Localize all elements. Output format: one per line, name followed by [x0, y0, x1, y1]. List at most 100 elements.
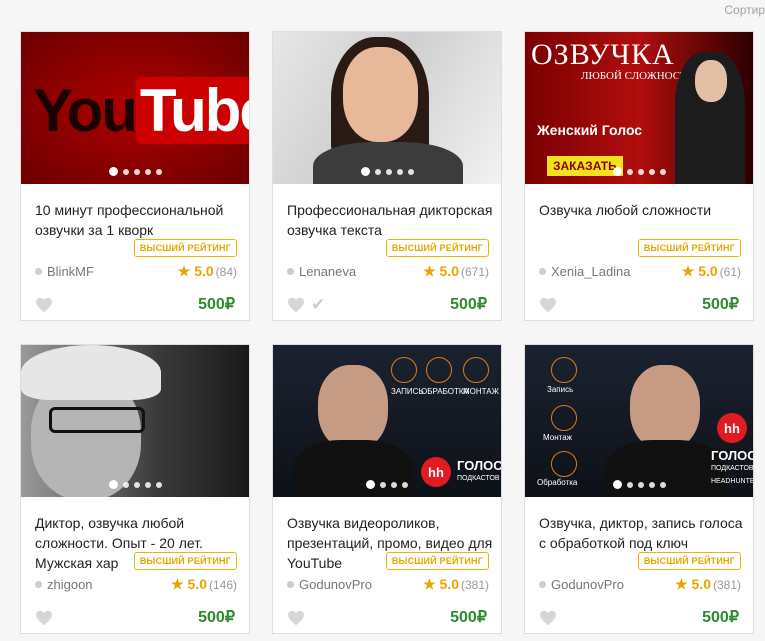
carousel-dots[interactable] — [21, 480, 249, 489]
star-icon: ★ — [171, 576, 184, 592]
seller[interactable]: GodunovPro — [287, 577, 372, 592]
gig-card[interactable]: YouTube 10 минут профессиональной озвучк… — [20, 31, 250, 321]
carousel-dot[interactable] — [122, 481, 129, 488]
heart-icon[interactable] — [287, 297, 305, 313]
rating: ★ 5.0 (146) — [171, 576, 237, 592]
carousel-dot[interactable] — [648, 168, 655, 175]
carousel-dot[interactable] — [391, 481, 397, 488]
rating: ★ 5.0 (381) — [423, 576, 489, 592]
carousel-dot[interactable] — [659, 481, 666, 488]
star-icon: ★ — [423, 576, 436, 592]
person-face — [318, 365, 388, 450]
carousel-dot[interactable] — [612, 167, 622, 176]
heart-icon[interactable] — [35, 610, 53, 626]
price: 500₽ — [450, 609, 487, 626]
seller[interactable]: BlinkMF — [35, 264, 94, 279]
top-rating-badge: ВЫСШИЙ РЕЙТИНГ — [637, 552, 741, 570]
price: 500₽ — [198, 609, 235, 626]
seller-name[interactable]: GodunovPro — [299, 577, 372, 592]
carousel-dot[interactable] — [155, 481, 162, 488]
gig-image[interactable]: ЗАПИСЬ ОБРАБОТКА МОНТАЖ hh ГОЛОС ПОДКАСТО… — [273, 345, 501, 497]
carousel-dot[interactable] — [626, 481, 633, 488]
carousel-dot[interactable] — [360, 167, 370, 176]
gig-title[interactable]: Озвучка любой сложности — [539, 200, 745, 220]
person-body — [313, 142, 463, 184]
carousel-dots[interactable] — [525, 480, 753, 489]
gig-image[interactable]: YouTube — [21, 32, 249, 184]
gig-card[interactable]: ОЗВУЧКА ЛЮБОЙ СЛОЖНОСТИ Женский Голос ЗА… — [524, 31, 754, 321]
heart-icon[interactable] — [35, 297, 53, 313]
carousel-dot[interactable] — [626, 168, 633, 175]
rating: ★ 5.0 (61) — [681, 263, 741, 279]
carousel-dot[interactable] — [648, 481, 655, 488]
carousel-dot[interactable] — [396, 168, 403, 175]
carousel-dots[interactable] — [273, 167, 501, 176]
seller-name[interactable]: BlinkMF — [47, 264, 94, 279]
carousel-dot[interactable] — [144, 481, 151, 488]
carousel-dot[interactable] — [659, 168, 666, 175]
carousel-dots[interactable] — [273, 480, 501, 489]
gig-title[interactable]: Озвучка, диктор, запись голоса с обработ… — [539, 513, 745, 553]
carousel-dot[interactable] — [366, 480, 375, 489]
seller[interactable]: Lenaneva — [287, 264, 356, 279]
carousel-dot[interactable] — [122, 168, 129, 175]
carousel-dot[interactable] — [637, 168, 644, 175]
carousel-dots[interactable] — [21, 167, 249, 176]
online-status-icon — [539, 581, 546, 588]
carousel-dot[interactable] — [144, 168, 151, 175]
checkmark-icon[interactable]: ✔ — [311, 295, 325, 315]
online-status-icon — [287, 581, 294, 588]
montage-icon — [463, 357, 489, 383]
heart-icon[interactable] — [539, 610, 557, 626]
person-face — [630, 365, 700, 450]
carousel-dot[interactable] — [374, 168, 381, 175]
carousel-dot[interactable] — [133, 481, 140, 488]
seller[interactable]: Xenia_Ladina — [539, 264, 631, 279]
carousel-dot[interactable] — [385, 168, 392, 175]
star-icon: ★ — [177, 263, 191, 279]
star-icon: ★ — [681, 263, 695, 279]
seller[interactable]: zhigoon — [35, 577, 93, 592]
seller-name[interactable]: zhigoon — [47, 577, 93, 592]
heart-icon[interactable] — [287, 610, 305, 626]
online-status-icon — [287, 268, 294, 275]
banner-voice-label: Женский Голос — [537, 122, 643, 138]
carousel-dot[interactable] — [380, 481, 386, 488]
gig-image[interactable]: Запись Монтаж Обработка hh ГОЛОС ПОДКАСТО… — [525, 345, 753, 497]
gig-title[interactable]: Профессиональная дикторская озвучка текс… — [287, 200, 493, 240]
gig-title[interactable]: 10 минут профессиональной озвучки за 1 к… — [35, 200, 241, 240]
gig-card[interactable]: Профессиональная дикторская озвучка текс… — [272, 31, 502, 321]
sort-label[interactable]: Сортир — [724, 3, 765, 17]
carousel-dot[interactable] — [108, 167, 118, 176]
seller-name[interactable]: Xenia_Ladina — [551, 264, 631, 279]
gig-card[interactable]: ЗАПИСЬ ОБРАБОТКА МОНТАЖ hh ГОЛОС ПОДКАСТО… — [272, 344, 502, 634]
seller[interactable]: GodunovPro — [539, 577, 624, 592]
carousel-dot[interactable] — [108, 480, 118, 489]
price: 500₽ — [702, 609, 739, 626]
carousel-dots[interactable] — [525, 167, 753, 176]
gig-image[interactable]: ОЗВУЧКА ЛЮБОЙ СЛОЖНОСТИ Женский Голос ЗА… — [525, 32, 753, 184]
carousel-dot[interactable] — [133, 168, 140, 175]
heart-icon[interactable] — [539, 297, 557, 313]
online-status-icon — [35, 268, 42, 275]
gig-image[interactable] — [273, 32, 501, 184]
top-rating-badge: ВЫСШИЙ РЕЙТИНГ — [637, 239, 741, 257]
carousel-dot[interactable] — [637, 481, 644, 488]
montage-icon — [551, 405, 577, 431]
top-rating-badge: ВЫСШИЙ РЕЙТИНГ — [133, 239, 237, 257]
carousel-dot[interactable] — [402, 481, 408, 488]
rating: ★ 5.0 (84) — [177, 263, 237, 279]
carousel-dot[interactable] — [612, 480, 622, 489]
carousel-dot[interactable] — [407, 168, 414, 175]
gig-image[interactable] — [21, 345, 249, 497]
gig-card[interactable]: Запись Монтаж Обработка hh ГОЛОС ПОДКАСТО… — [524, 344, 754, 634]
gig-card[interactable]: Диктор, озвучка любой сложности. Опыт - … — [20, 344, 250, 634]
price: 500₽ — [198, 296, 235, 313]
seller-name[interactable]: GodunovPro — [551, 577, 624, 592]
equalizer-icon — [426, 357, 452, 383]
icon-label: ОБРАБОТКА — [421, 387, 469, 396]
price: 500₽ — [450, 296, 487, 313]
seller-name[interactable]: Lenaneva — [299, 264, 356, 279]
carousel-dot[interactable] — [155, 168, 162, 175]
star-icon: ★ — [423, 263, 436, 279]
